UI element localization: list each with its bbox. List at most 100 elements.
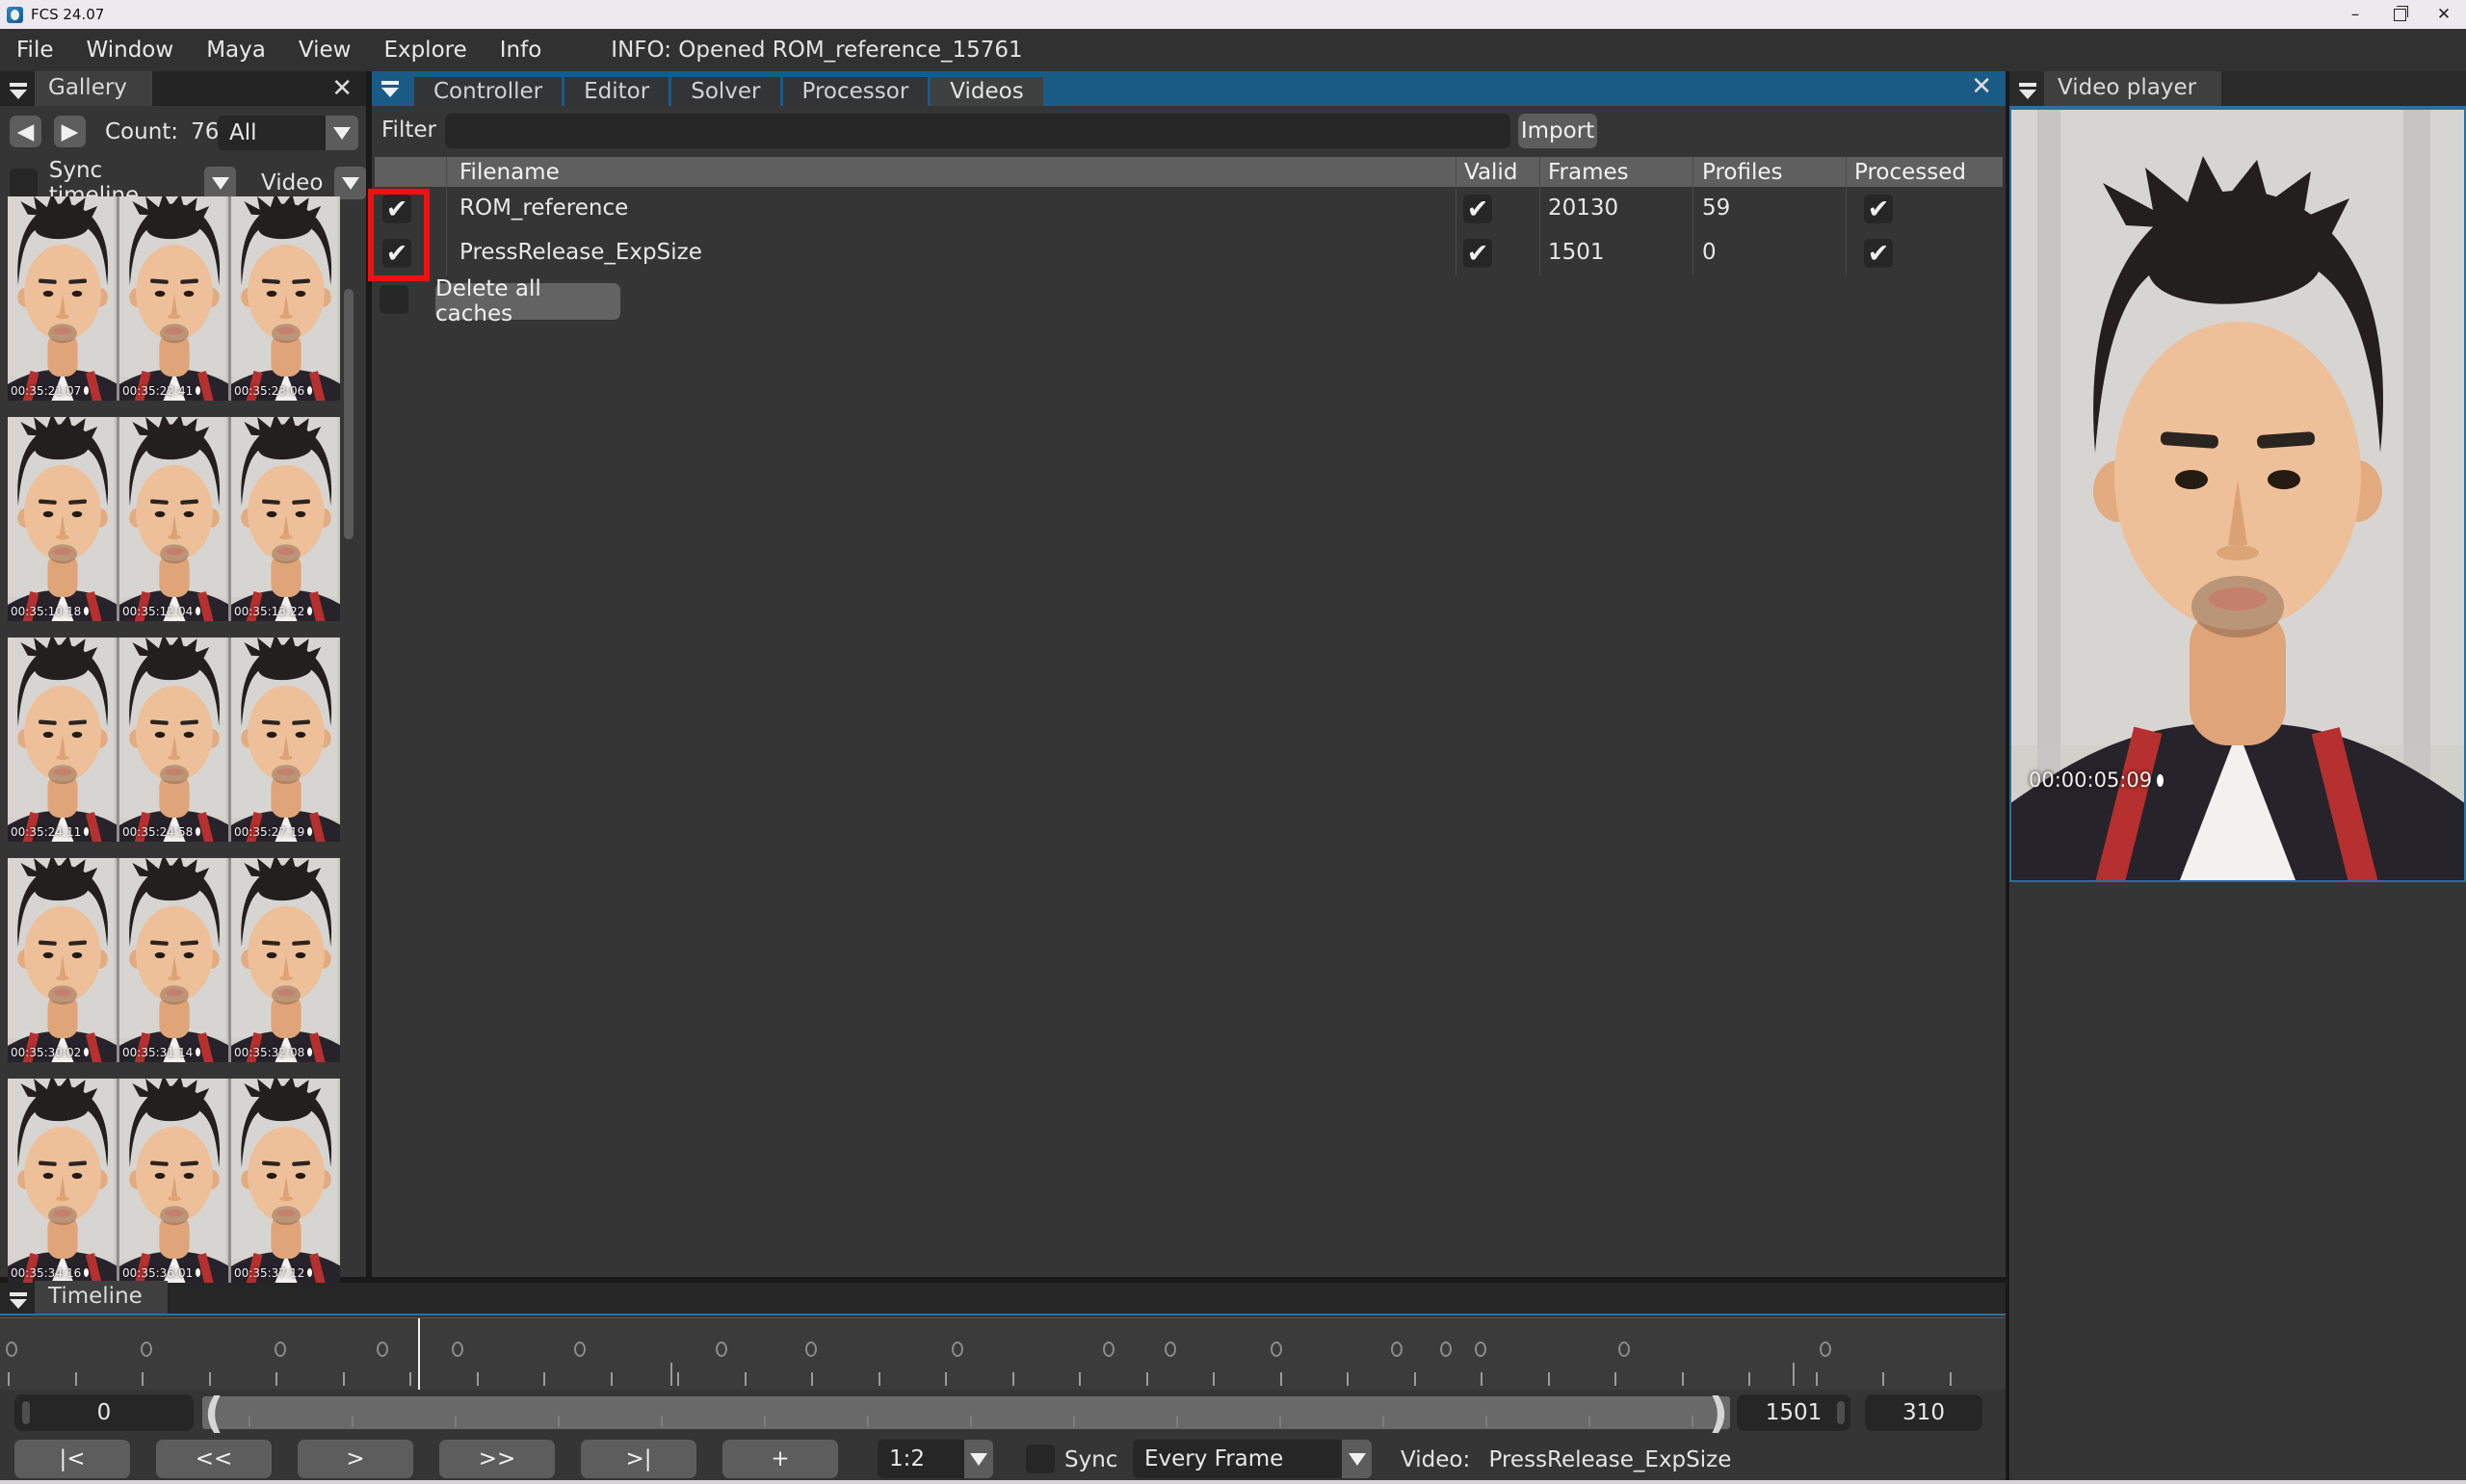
timeline-marker[interactable]: [1820, 1341, 1831, 1357]
gallery-thumbnail[interactable]: 00:35:13:22: [231, 417, 340, 621]
video-player-tab[interactable]: Video player: [2044, 71, 2222, 106]
gallery-tab[interactable]: Gallery: [35, 71, 152, 106]
table-row[interactable]: PressRelease_ExpSize 1501 0: [375, 231, 2003, 275]
video-viewport[interactable]: 00:00:05:09: [2009, 108, 2466, 882]
column-profiles[interactable]: Profiles: [1702, 160, 1783, 185]
gallery-filter-dropdown[interactable]: [326, 116, 358, 150]
menu-file[interactable]: File: [0, 38, 70, 63]
cell-processed-checkbox[interactable]: [1864, 195, 1893, 223]
gallery-thumbnail[interactable]: 00:35:30:02: [8, 858, 117, 1062]
gallery-thumbnail[interactable]: 00:35:24:11: [8, 638, 117, 842]
spin-handle[interactable]: [22, 1401, 30, 1424]
timeline-ruler[interactable]: [0, 1317, 2006, 1390]
tab-editor[interactable]: Editor: [564, 77, 669, 106]
timeline-marker[interactable]: [1391, 1341, 1403, 1357]
go-start-button[interactable]: |<: [14, 1440, 130, 1478]
timeline-marker[interactable]: [1618, 1341, 1630, 1357]
sync-mode-dropdown[interactable]: [1342, 1440, 1372, 1478]
tab-processor[interactable]: Processor: [782, 77, 929, 106]
menu-info[interactable]: Info: [484, 38, 559, 63]
menu-view[interactable]: View: [282, 38, 368, 63]
gallery-thumbnail[interactable]: 00:35:37:12: [231, 1079, 340, 1283]
timeline-marker[interactable]: [574, 1341, 586, 1357]
zoom-combo[interactable]: 1:2: [878, 1440, 993, 1478]
step-back-button[interactable]: <<: [156, 1440, 272, 1478]
gallery-video-dropdown[interactable]: [334, 167, 366, 199]
gallery-filter-combo[interactable]: All: [218, 116, 358, 150]
gallery-thumbnail[interactable]: 00:35:27:19: [231, 638, 340, 842]
gallery-thumbnail[interactable]: 00:35:34:16: [8, 1079, 117, 1283]
column-valid[interactable]: Valid: [1464, 160, 1517, 185]
range-end-box[interactable]: 1501: [1737, 1394, 1850, 1431]
timeline-marker[interactable]: [1271, 1341, 1282, 1357]
timeline-marker[interactable]: [1103, 1341, 1115, 1357]
menu-maya[interactable]: Maya: [190, 38, 282, 63]
tab-solver[interactable]: Solver: [671, 77, 780, 106]
current-frame-box[interactable]: 310: [1865, 1394, 1982, 1431]
timeline-marker[interactable]: [1440, 1341, 1452, 1357]
import-button[interactable]: Import: [1518, 114, 1597, 148]
timeline-marker[interactable]: [141, 1341, 152, 1357]
timeline-marker[interactable]: [1165, 1341, 1176, 1357]
timeline-marker[interactable]: [377, 1341, 388, 1357]
gallery-item[interactable]: 00:35:30:02 00:35:31:14 00:35:32:08: [8, 858, 340, 1062]
cell-valid-checkbox[interactable]: [1463, 195, 1492, 223]
gallery-item[interactable]: 00:35:10:18 00:35:12:04 00:35:13:22: [8, 417, 340, 621]
restore-button[interactable]: [2377, 0, 2422, 29]
column-processed[interactable]: Processed: [1854, 160, 1966, 185]
playhead[interactable]: [418, 1318, 420, 1390]
gallery-thumbnail[interactable]: 00:35:22:41: [119, 196, 228, 401]
range-start-box[interactable]: 0: [14, 1394, 194, 1431]
minimize-button[interactable]: –: [2333, 0, 2377, 29]
gallery-thumbnail[interactable]: 00:35:24:58: [119, 638, 228, 842]
collapse-icon[interactable]: [2017, 82, 2038, 100]
timeline-marker[interactable]: [6, 1341, 17, 1357]
collapse-icon[interactable]: [8, 82, 29, 100]
timeline-marker[interactable]: [952, 1341, 963, 1357]
gallery-close-icon[interactable]: ✕: [331, 76, 353, 101]
menu-explore[interactable]: Explore: [367, 38, 483, 63]
add-button[interactable]: +: [722, 1440, 838, 1478]
gallery-thumbnail[interactable]: 00:35:10:18: [8, 417, 117, 621]
gallery-thumbnail[interactable]: 00:35:32:08: [231, 858, 340, 1062]
step-forward-button[interactable]: >>: [439, 1440, 555, 1478]
go-end-button[interactable]: >|: [581, 1440, 696, 1478]
delete-all-caches-button[interactable]: Delete all caches: [435, 276, 620, 326]
sync-timeline-dropdown[interactable]: [204, 167, 236, 199]
tab-videos[interactable]: Videos: [931, 77, 1043, 106]
cell-valid-checkbox[interactable]: [1463, 239, 1492, 268]
gallery-item[interactable]: 00:35:24:11 00:35:24:58 00:35:27:19: [8, 638, 340, 842]
zoom-dropdown[interactable]: [964, 1440, 993, 1478]
timeline-marker[interactable]: [805, 1341, 817, 1357]
play-button[interactable]: >: [298, 1440, 413, 1478]
collapse-icon[interactable]: [380, 80, 401, 98]
delete-caches-checkbox[interactable]: [380, 285, 408, 314]
cell-processed-checkbox[interactable]: [1864, 239, 1893, 268]
filter-input[interactable]: [445, 114, 1510, 148]
timeline-tab[interactable]: Timeline: [35, 1281, 168, 1314]
gallery-scrollbar[interactable]: [344, 289, 354, 539]
center-close-icon[interactable]: ✕: [1971, 74, 1992, 99]
sync-timeline-checkbox[interactable]: [10, 169, 38, 197]
gallery-item[interactable]: 00:35:21:07 00:35:22:41 00:35:23:06: [8, 196, 340, 401]
range-right-handle[interactable]: ): [1709, 1389, 1728, 1438]
sync-checkbox[interactable]: [1026, 1445, 1055, 1473]
column-frames[interactable]: Frames: [1548, 160, 1629, 185]
gallery-thumbnail[interactable]: 00:35:21:07: [8, 196, 117, 401]
spin-handle[interactable]: [1837, 1401, 1845, 1424]
gallery-item[interactable]: 00:35:34:16 00:35:36:01 00:35:37:12: [8, 1079, 340, 1283]
gallery-thumbnail[interactable]: 00:35:31:14: [119, 858, 228, 1062]
gallery-thumbnail[interactable]: 00:35:23:06: [231, 196, 340, 401]
column-filename[interactable]: Filename: [459, 160, 560, 185]
gallery-thumbnail[interactable]: 00:35:12:04: [119, 417, 228, 621]
collapse-icon[interactable]: [8, 1291, 29, 1310]
timeline-marker[interactable]: [275, 1341, 286, 1357]
sync-mode-combo[interactable]: Every Frame: [1133, 1440, 1372, 1478]
timeline-marker[interactable]: [1475, 1341, 1486, 1357]
menu-window[interactable]: Window: [70, 38, 191, 63]
timeline-marker[interactable]: [716, 1341, 727, 1357]
gallery-next-button[interactable]: ▶: [54, 116, 86, 147]
timeline-range-slider[interactable]: ( ): [202, 1389, 1730, 1438]
tab-controller[interactable]: Controller: [414, 77, 563, 106]
close-button[interactable]: ✕: [2422, 0, 2466, 29]
